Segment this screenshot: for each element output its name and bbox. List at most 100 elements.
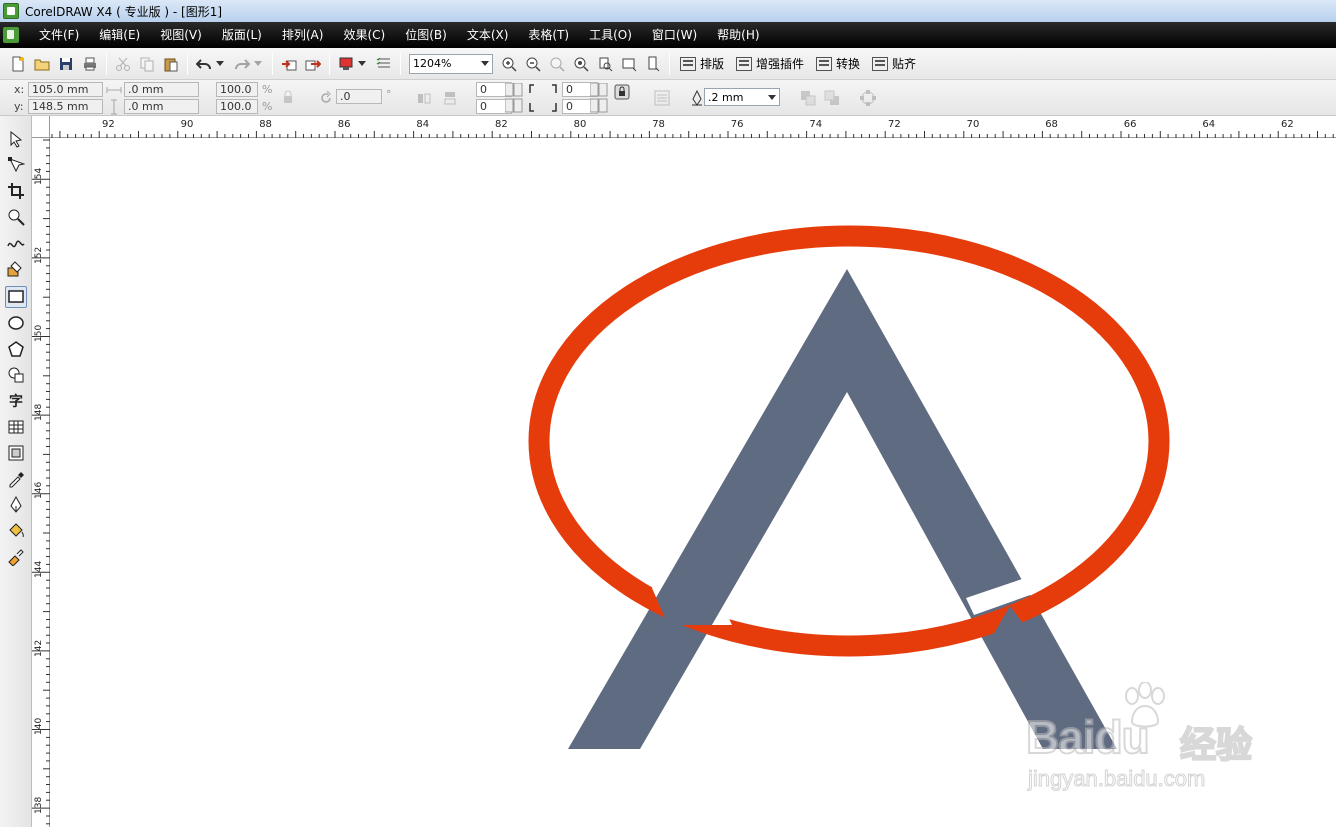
- polygon-tool[interactable]: [5, 338, 27, 360]
- basic-shapes-icon: [8, 367, 24, 383]
- menu-effects[interactable]: 效果(C): [333, 22, 395, 48]
- height-field[interactable]: .0 mm: [124, 99, 199, 114]
- zoom-page-width-icon[interactable]: [618, 53, 640, 75]
- menu-file[interactable]: 文件(F): [29, 22, 89, 48]
- shape-tool[interactable]: [5, 154, 27, 176]
- convert-to-curves-icon[interactable]: [860, 90, 876, 106]
- plugin-convert-button[interactable]: 转换: [810, 52, 866, 76]
- plugin-label: 增强插件: [756, 57, 805, 71]
- mirror-horizontal-icon[interactable]: [416, 90, 432, 106]
- toolbar-separator: [669, 52, 670, 75]
- welcome-screen-icon[interactable]: [373, 53, 395, 75]
- to-back-icon[interactable]: [824, 90, 840, 106]
- ruler-label: 78: [652, 119, 665, 130]
- width-icon: [106, 87, 122, 93]
- launcher-dropdown-icon[interactable]: [358, 61, 366, 66]
- scale-height-field[interactable]: 100.0: [216, 99, 258, 114]
- width-field[interactable]: .0 mm: [124, 82, 199, 97]
- document-icon[interactable]: [3, 27, 19, 43]
- rotation-angle-field[interactable]: .0: [336, 89, 382, 104]
- text-tool[interactable]: 字: [5, 390, 27, 412]
- menu-view[interactable]: 视图(V): [150, 22, 212, 48]
- lock-ratio-icon[interactable]: [280, 89, 296, 105]
- redo-dropdown-icon[interactable]: [254, 61, 262, 66]
- menu-tools[interactable]: 工具(O): [579, 22, 642, 48]
- save-icon[interactable]: [55, 53, 77, 75]
- plugin-icon: [816, 56, 833, 71]
- fill-tool[interactable]: [5, 520, 27, 542]
- cut-icon[interactable]: [112, 53, 134, 75]
- pen-outline-icon: [692, 90, 702, 106]
- spinner-icon[interactable]: [590, 83, 608, 113]
- table-tool[interactable]: [5, 416, 27, 438]
- interactive-effects-tool[interactable]: [5, 442, 27, 464]
- ruler-label: 92: [102, 119, 115, 130]
- undo-icon[interactable]: [193, 53, 215, 75]
- menu-help[interactable]: 帮助(H): [707, 22, 769, 48]
- spinner-icon[interactable]: [505, 83, 523, 113]
- menu-edit[interactable]: 编辑(E): [89, 22, 150, 48]
- mirror-vertical-icon[interactable]: [442, 90, 458, 106]
- open-folder-icon[interactable]: [31, 53, 53, 75]
- plugin-snap-button[interactable]: 贴齐: [866, 52, 922, 76]
- window-title: CorelDRAW X4 ( 专业版 ) - [图形1]: [25, 4, 223, 19]
- to-front-icon[interactable]: [800, 90, 816, 106]
- smart-fill-tool[interactable]: [5, 258, 27, 280]
- vertical-ruler[interactable]: 154 152 150 148 146 144 142 140 138: [32, 116, 50, 827]
- zoom-page-icon[interactable]: [594, 53, 616, 75]
- outline-tool[interactable]: [5, 494, 27, 516]
- zoom-all-objects-icon[interactable]: [570, 53, 592, 75]
- toolbar-separator: [187, 52, 188, 75]
- ellipse-tool[interactable]: [5, 312, 27, 334]
- crop-tool[interactable]: [5, 180, 27, 202]
- eyedropper-tool[interactable]: [5, 468, 27, 490]
- zoom-out-icon[interactable]: [522, 53, 544, 75]
- application-launcher-icon[interactable]: [335, 53, 357, 75]
- x-position-field[interactable]: 105.0 mm: [28, 82, 103, 97]
- scale-width-field[interactable]: 100.0: [216, 82, 258, 97]
- zoom-page-height-icon[interactable]: [642, 53, 664, 75]
- ruler-label: 86: [337, 119, 351, 130]
- ruler-label: 146: [34, 482, 44, 500]
- menu-text[interactable]: 文本(X): [457, 22, 519, 48]
- ruler-label: 68: [1045, 119, 1058, 130]
- zoom-selected-icon[interactable]: [546, 53, 568, 75]
- plugin-enhance-button[interactable]: 增强插件: [730, 52, 810, 76]
- pick-tool[interactable]: [5, 128, 27, 150]
- ruler-label: 154: [34, 167, 44, 185]
- drawing-canvas[interactable]: Baidu 经验 jingyan.baidu.com: [51, 139, 1336, 827]
- menu-table[interactable]: 表格(T): [518, 22, 579, 48]
- freehand-tool[interactable]: [5, 232, 27, 254]
- outline-width-select[interactable]: .2 mm: [704, 88, 780, 106]
- menu-bitmaps[interactable]: 位图(B): [395, 22, 457, 48]
- zoom-level-select[interactable]: 1204%: [409, 53, 493, 74]
- export-icon[interactable]: [302, 53, 324, 75]
- print-icon[interactable]: [79, 53, 101, 75]
- wrap-text-icon[interactable]: [654, 90, 670, 106]
- import-icon[interactable]: [278, 53, 300, 75]
- zoom-in-icon[interactable]: [498, 53, 520, 75]
- polygon-icon: [8, 341, 24, 357]
- ruler-label: 82: [495, 119, 508, 130]
- redo-icon[interactable]: [231, 53, 253, 75]
- ruler-label: 66: [1123, 119, 1137, 130]
- y-position-field[interactable]: 148.5 mm: [28, 99, 103, 114]
- ruler-label: 144: [34, 560, 44, 578]
- new-document-icon[interactable]: [7, 53, 29, 75]
- ruler-origin-corner[interactable]: [32, 116, 50, 138]
- corner-lock-icon[interactable]: [614, 84, 630, 100]
- basic-shapes-tool[interactable]: [5, 364, 27, 386]
- rectangle-tool[interactable]: [5, 286, 27, 308]
- plugin-icon: [736, 56, 753, 71]
- menu-arrange[interactable]: 排列(A): [272, 22, 334, 48]
- copy-icon[interactable]: [136, 53, 158, 75]
- menu-layout[interactable]: 版面(L): [212, 22, 272, 48]
- interactive-fill-tool[interactable]: [5, 546, 27, 568]
- menu-window[interactable]: 窗口(W): [642, 22, 707, 48]
- undo-dropdown-icon[interactable]: [216, 61, 224, 66]
- horizontal-ruler[interactable]: 92 90 88 86 84 82 80 78 76 74 72 70 68 66 64 62: [32, 116, 1336, 138]
- zoom-tool[interactable]: [5, 206, 27, 228]
- coreldraw-app-icon: [3, 3, 19, 19]
- paste-icon[interactable]: [160, 53, 182, 75]
- plugin-typesetting-button[interactable]: 排版: [674, 52, 730, 76]
